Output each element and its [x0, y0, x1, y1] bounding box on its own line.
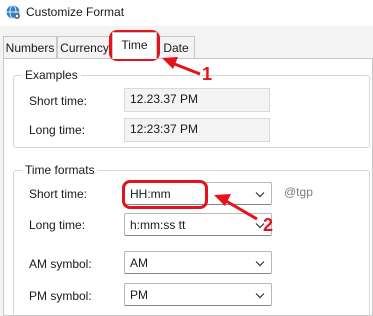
- am-symbol-value: AM: [130, 256, 148, 270]
- long-time-format-combo[interactable]: h:mm:ss tt: [124, 213, 272, 236]
- tab-time[interactable]: Time: [112, 32, 157, 59]
- tab-label: Numbers: [5, 41, 55, 55]
- chevron-down-icon[interactable]: [255, 191, 265, 198]
- pm-symbol-label: PM symbol:: [29, 289, 92, 303]
- pm-symbol-value: PM: [130, 288, 148, 302]
- short-time-highlight: [122, 180, 208, 209]
- tab-label: Time: [121, 38, 148, 52]
- examples-group-label: Examples: [22, 68, 81, 82]
- tab-date[interactable]: Date: [157, 36, 195, 58]
- long-time-format-value: h:mm:ss tt: [130, 218, 186, 232]
- short-time-example-value: 12.23.37 PM: [124, 88, 270, 112]
- pm-symbol-combo[interactable]: PM: [124, 283, 272, 306]
- tab-currency[interactable]: Currency: [57, 36, 112, 58]
- long-time-format-label: Long time:: [29, 218, 86, 232]
- short-time-example-label: Short time:: [29, 94, 88, 108]
- chevron-down-icon[interactable]: [255, 292, 265, 299]
- long-time-example-label: Long time:: [29, 123, 86, 137]
- am-symbol-label: AM symbol:: [29, 257, 92, 271]
- window-title: Customize Format: [26, 5, 125, 19]
- long-time-example-text: 12:23:37 PM: [130, 122, 199, 136]
- tab-label: Currency: [60, 41, 109, 55]
- short-time-example-text: 12.23.37 PM: [130, 92, 199, 106]
- title-bar: Customize Format: [0, 0, 373, 26]
- annotation-number-1: 1: [202, 64, 213, 84]
- tab-numbers[interactable]: Numbers: [3, 36, 57, 58]
- am-symbol-combo[interactable]: AM: [124, 251, 272, 274]
- globe-settings-icon: [6, 5, 20, 19]
- chevron-down-icon[interactable]: [255, 260, 265, 267]
- time-formats-group-label: Time formats: [22, 163, 98, 177]
- tab-label: Date: [163, 41, 189, 55]
- annotation-number-2: 2: [263, 215, 274, 235]
- short-time-format-label: Short time:: [29, 187, 88, 201]
- long-time-example-value: 12:23:37 PM: [124, 118, 270, 142]
- watermark-text: @tgp: [284, 185, 313, 199]
